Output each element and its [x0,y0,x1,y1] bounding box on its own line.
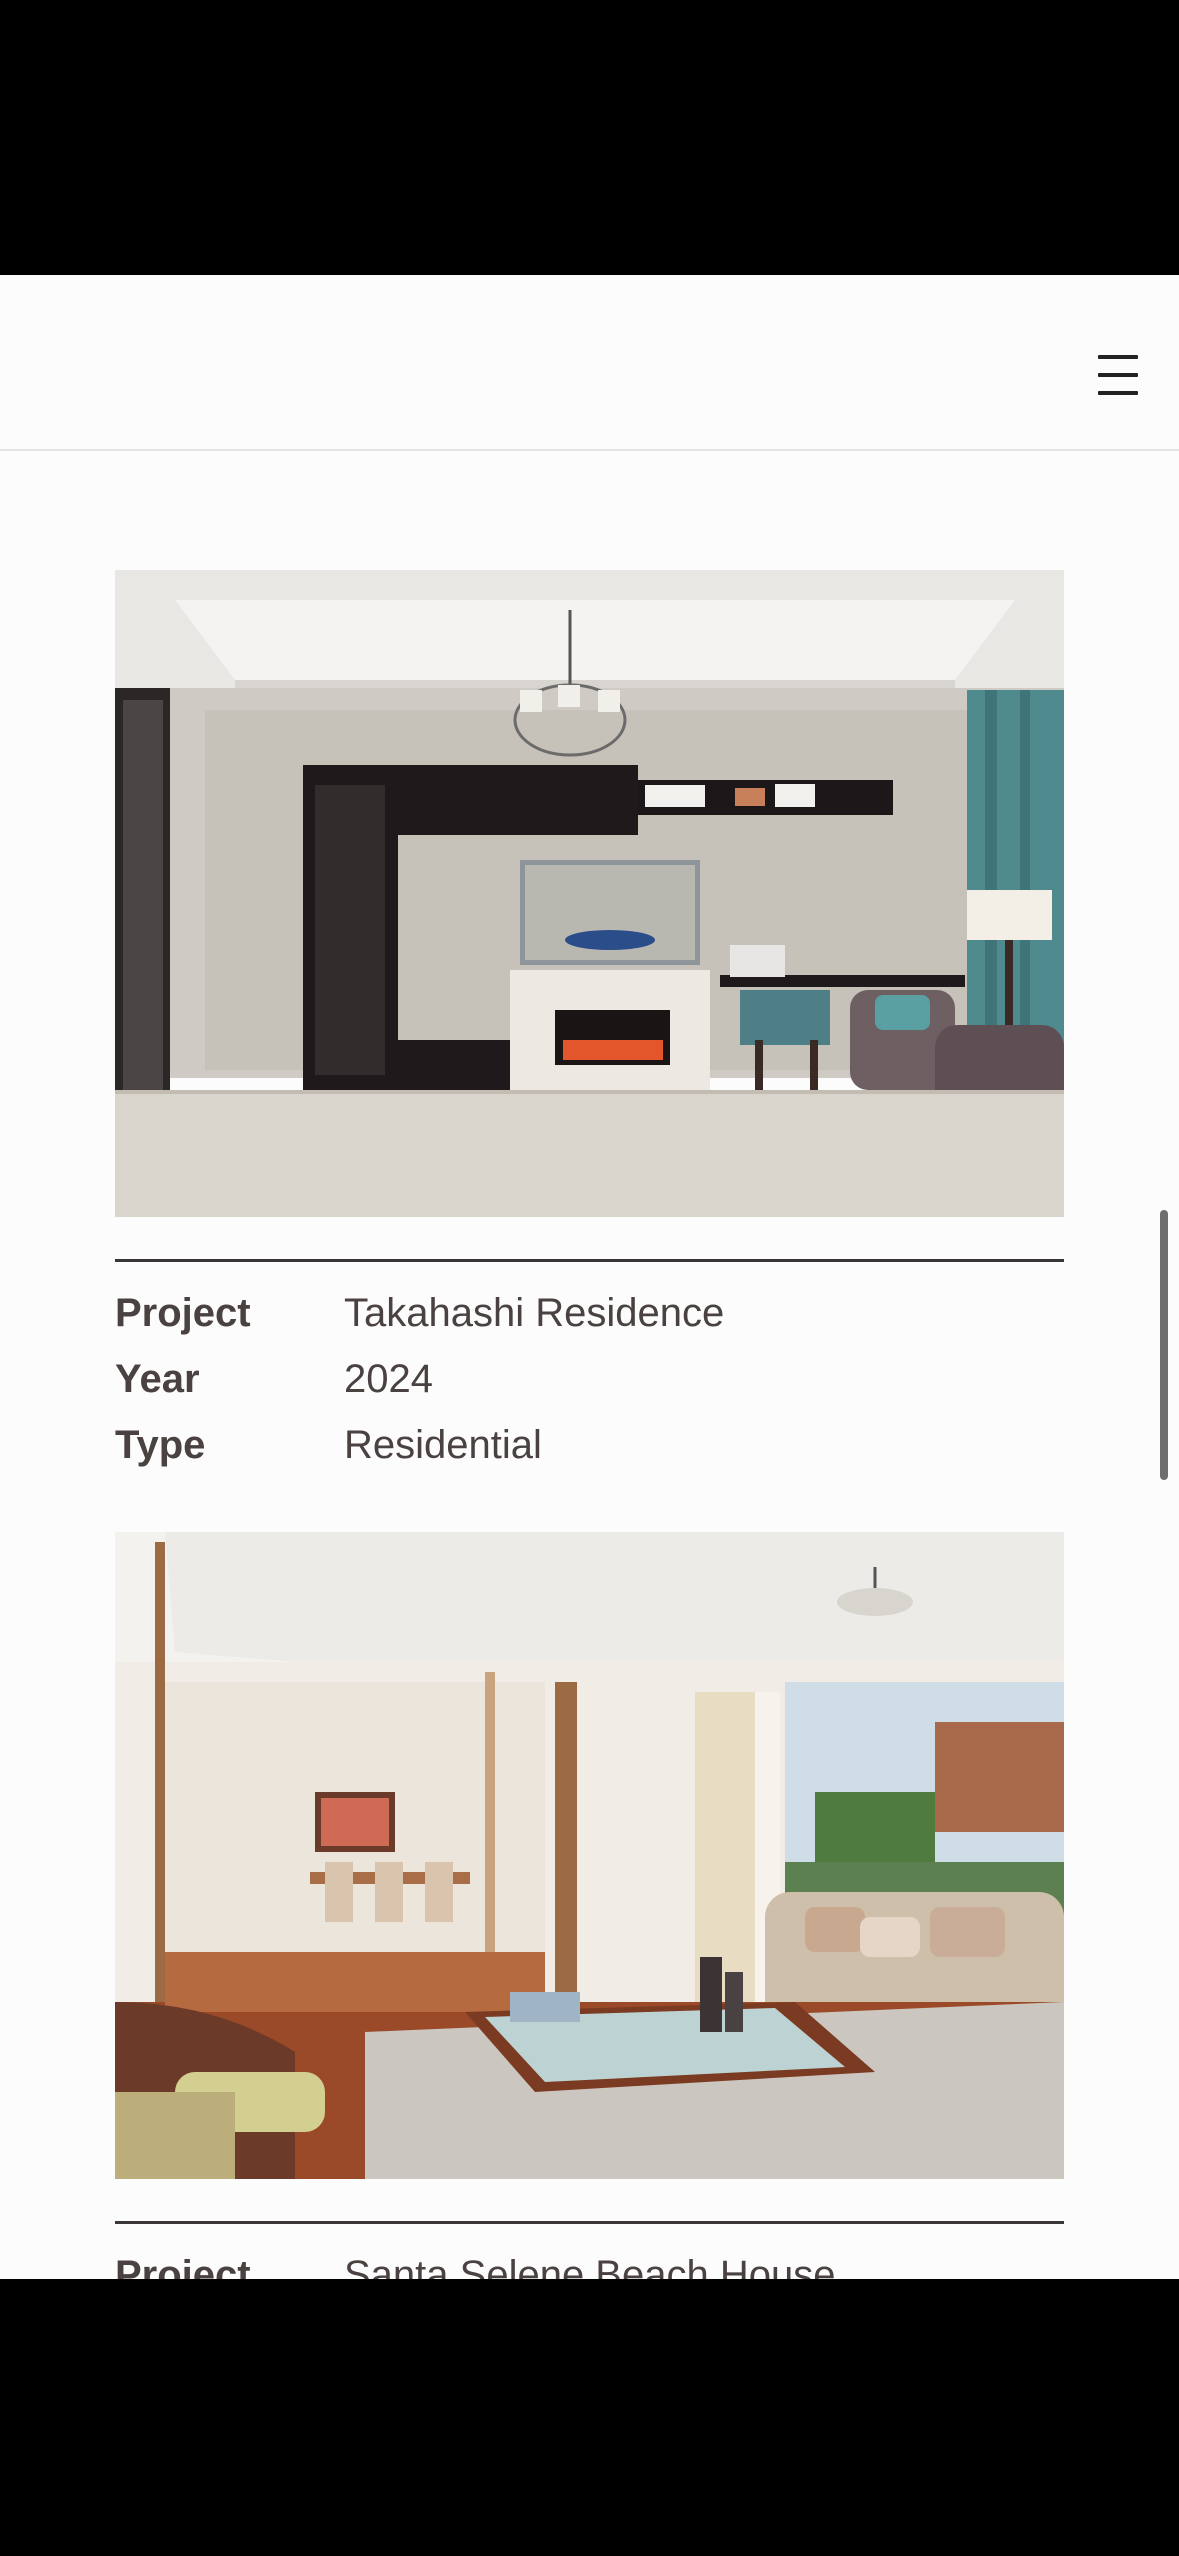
living-room-dining-photo [115,1532,1064,2179]
web-page[interactable]: Project Takahashi Residence Year 2024 Ty… [0,275,1179,2279]
hamburger-menu-icon[interactable] [1090,349,1146,405]
detail-row-project: Project Takahashi Residence [115,1285,1064,1351]
type-label: Type [115,1423,206,1467]
project-photo[interactable] [115,1532,1064,2179]
divider-line [115,1259,1064,1262]
system-area-bottom [0,2279,1179,2556]
project-details: Project Santa Selene Beach House [115,2247,1064,2279]
scrollbar-thumb[interactable] [1160,1210,1168,1480]
year-value: 2024 [344,1357,433,1401]
detail-row-year: Year 2024 [115,1351,1064,1417]
screen: Project Takahashi Residence Year 2024 Ty… [0,0,1179,2556]
menu-bar-line [1098,373,1138,377]
project-label: Project [115,2253,251,2279]
site-header [0,275,1179,451]
year-label: Year [115,1357,200,1401]
project-label: Project [115,1291,251,1335]
menu-bar-line [1098,391,1138,395]
project-photo[interactable] [115,570,1064,1217]
status-area-top [0,0,1179,275]
project-name[interactable]: Santa Selene Beach House [344,2247,835,2279]
type-value: Residential [344,1423,542,1467]
detail-row-type: Type Residential [115,1417,1064,1483]
divider-line [115,2221,1064,2224]
project-name[interactable]: Takahashi Residence [344,1285,724,1341]
living-room-fireplace-photo [115,570,1064,1217]
detail-row-project: Project Santa Selene Beach House [115,2247,1064,2279]
project-details: Project Takahashi Residence Year 2024 Ty… [115,1285,1064,1483]
menu-bar-line [1098,355,1138,359]
